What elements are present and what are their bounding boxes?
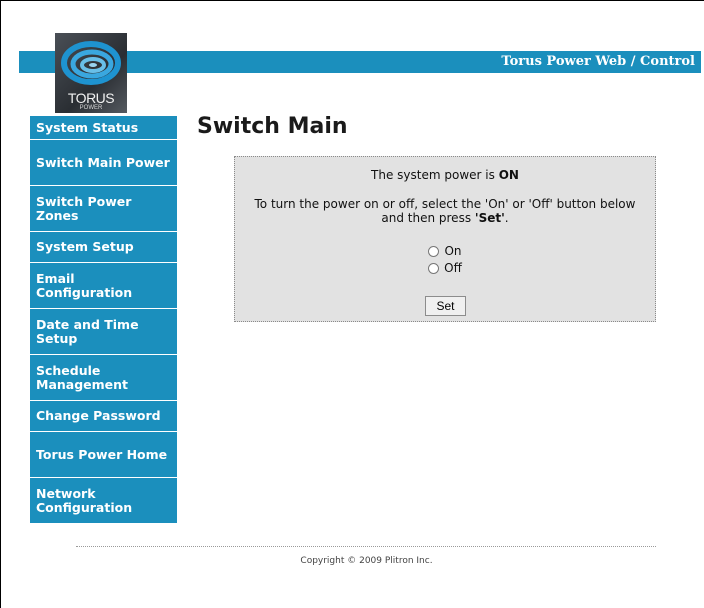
app-title: Torus Power Web / Control: [501, 54, 695, 69]
sidebar-item-label: Network Configuration: [36, 485, 133, 515]
radio-option-off[interactable]: Off: [235, 261, 655, 275]
sidebar-item-label: Change Password: [36, 408, 161, 423]
sidebar-item-system-setup[interactable]: System Setup: [30, 232, 177, 263]
instruction-text: To turn the power on or off, select the …: [249, 197, 641, 225]
radio-on[interactable]: [428, 245, 440, 257]
sidebar-item-label: System Status: [36, 119, 139, 135]
sidebar-item-torus-power-home[interactable]: Torus Power Home: [30, 432, 177, 478]
sidebar-item-schedule-management[interactable]: Schedule Management: [30, 355, 177, 401]
sidebar-item-label: Switch Power Zones: [36, 193, 132, 223]
power-switch-panel: The system power is ON To turn the power…: [234, 156, 656, 322]
sidebar-item-label: Switch Main Power: [36, 154, 170, 170]
sidebar-item-label: Email Configuration: [36, 270, 133, 300]
logo-subtext: POWER: [79, 105, 103, 111]
sidebar-item-switch-power-zones[interactable]: Switch Power Zones: [30, 186, 177, 232]
sidebar-item-label: Torus Power Home: [36, 446, 168, 462]
radio-on-label: On: [444, 244, 462, 258]
instruction-prefix: To turn the power on or off, select the …: [254, 197, 636, 225]
sidebar-item-label: Schedule Management: [36, 362, 129, 392]
sidebar-item-label: Date and Time Setup: [36, 316, 139, 346]
instruction-suffix: .: [504, 211, 509, 225]
sidebar-item-change-password[interactable]: Change Password: [30, 401, 177, 432]
sidebar-item-switch-main-power[interactable]: Switch Main Power: [30, 140, 177, 186]
radio-off[interactable]: [428, 262, 440, 274]
sidebar-item-system-status[interactable]: System Status: [30, 116, 177, 140]
radio-option-on[interactable]: On: [235, 244, 655, 258]
logo-text: TORUS: [67, 90, 115, 106]
power-status-prefix: The system power is: [371, 168, 499, 182]
sidebar-nav: System Status Switch Main Power Switch P…: [30, 116, 177, 524]
sidebar-item-label: System Setup: [36, 239, 134, 254]
sidebar-item-date-and-time-setup[interactable]: Date and Time Setup: [30, 309, 177, 355]
power-status-value: ON: [498, 168, 519, 182]
instruction-emphasis: 'Set': [474, 211, 505, 225]
footer-divider: [76, 546, 656, 547]
radio-off-label: Off: [444, 261, 462, 275]
page-title: Switch Main: [197, 114, 348, 139]
power-status-line: The system power is ON: [235, 168, 655, 182]
copyright-text: Copyright © 2009 Plitron Inc.: [300, 556, 433, 566]
set-button[interactable]: Set: [425, 296, 466, 316]
torus-power-logo[interactable]: TORUS POWER: [55, 33, 127, 113]
sidebar-item-email-configuration[interactable]: Email Configuration: [30, 263, 177, 309]
sidebar-item-network-configuration[interactable]: Network Configuration: [30, 478, 177, 524]
